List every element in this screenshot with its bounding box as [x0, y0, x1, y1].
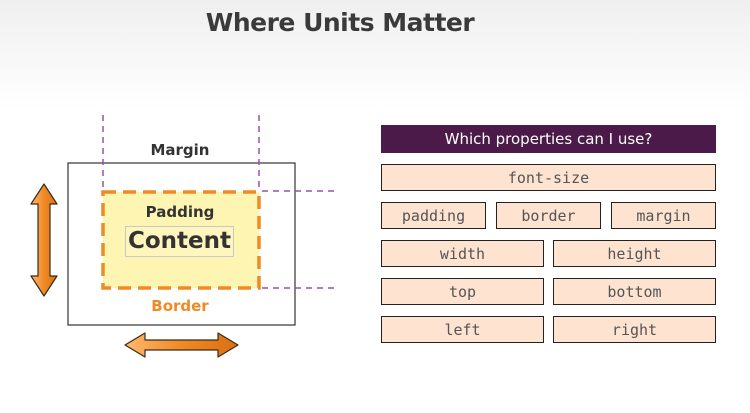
property-top: top: [381, 278, 544, 305]
horizontal-double-arrow: [124, 332, 239, 358]
vertical-double-arrow: [30, 183, 58, 297]
property-font-size: font-size: [381, 164, 716, 191]
property-right: right: [553, 316, 716, 343]
property-left: left: [381, 316, 544, 343]
property-padding: padding: [381, 202, 486, 229]
margin-label: Margin: [150, 141, 210, 159]
properties-header: Which properties can I use?: [381, 125, 716, 153]
property-bottom: bottom: [553, 278, 716, 305]
content-label: Content: [125, 226, 235, 257]
padding-label: Padding: [145, 203, 215, 221]
property-border: border: [496, 202, 601, 229]
property-margin: margin: [611, 202, 716, 229]
property-width: width: [381, 240, 544, 267]
border-label: Border: [151, 297, 209, 315]
property-height: height: [553, 240, 716, 267]
